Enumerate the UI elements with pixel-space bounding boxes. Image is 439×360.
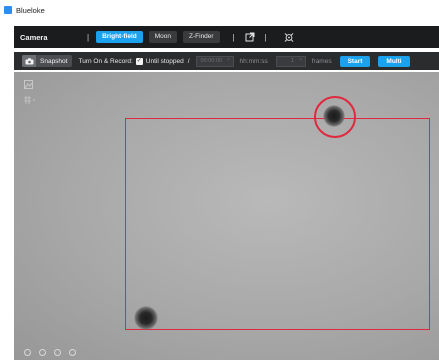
external-link-icon[interactable] (245, 32, 255, 42)
frames-unit-label: frames (311, 57, 332, 65)
image-icon[interactable] (24, 80, 33, 91)
particle (323, 105, 345, 127)
roi-rectangle[interactable] (125, 118, 430, 330)
target-icon[interactable] (284, 32, 294, 42)
spinner-icon[interactable]: ⌃ (226, 58, 230, 64)
until-stopped-checkbox[interactable]: ✓ (135, 57, 143, 65)
turn-on-record-label: Turn On & Record: (78, 57, 133, 65)
tab-z-finder[interactable]: Z-Finder (183, 31, 220, 43)
pager-dots (24, 349, 76, 356)
spinner-icon[interactable]: ⌃ (299, 58, 303, 64)
snapshot-label: Snapshot (40, 57, 68, 65)
panel-title: Camera (20, 32, 48, 42)
pager-dot[interactable] (24, 349, 31, 356)
pager-dot[interactable] (39, 349, 46, 356)
particle (134, 306, 158, 330)
frames-field[interactable]: 1 ⌃ (275, 55, 306, 67)
pager-dot[interactable] (69, 349, 76, 356)
separator: | (232, 32, 235, 42)
tab-moon[interactable]: Moon (148, 31, 178, 43)
frames-value: 1 (290, 58, 294, 64)
time-unit-label: hh:mm:ss (239, 57, 268, 65)
title-bar: Blueloke (0, 0, 439, 20)
grid-icon[interactable] (24, 96, 36, 106)
snapshot-button[interactable]: Snapshot (22, 55, 73, 67)
camera-header: Camera | Bright-field Moon Z-Finder | | (14, 26, 439, 48)
separator: | (87, 32, 90, 42)
duration-value: 00:00:00 (200, 58, 222, 64)
window-title: Blueloke (16, 5, 45, 15)
until-stopped-label: Until stopped (145, 57, 184, 65)
window-left-edge (0, 20, 14, 360)
start-button[interactable]: Start (339, 55, 371, 67)
app-window: Blueloke Camera | Bright-field Moon Z-Fi… (0, 0, 439, 360)
slash-divider: / (187, 57, 190, 65)
tab-bright-field[interactable]: Bright-field (96, 31, 143, 43)
pager-dot[interactable] (54, 349, 61, 356)
duration-field[interactable]: 00:00:00 ⌃ (195, 55, 234, 67)
multi-button[interactable]: Multi (378, 55, 410, 67)
microscope-viewer[interactable] (14, 72, 439, 360)
app-logo-icon (4, 6, 12, 14)
separator: | (264, 32, 267, 42)
recording-controls: Snapshot Turn On & Record: ✓ Until stopp… (14, 52, 439, 70)
camera-icon (22, 55, 36, 67)
